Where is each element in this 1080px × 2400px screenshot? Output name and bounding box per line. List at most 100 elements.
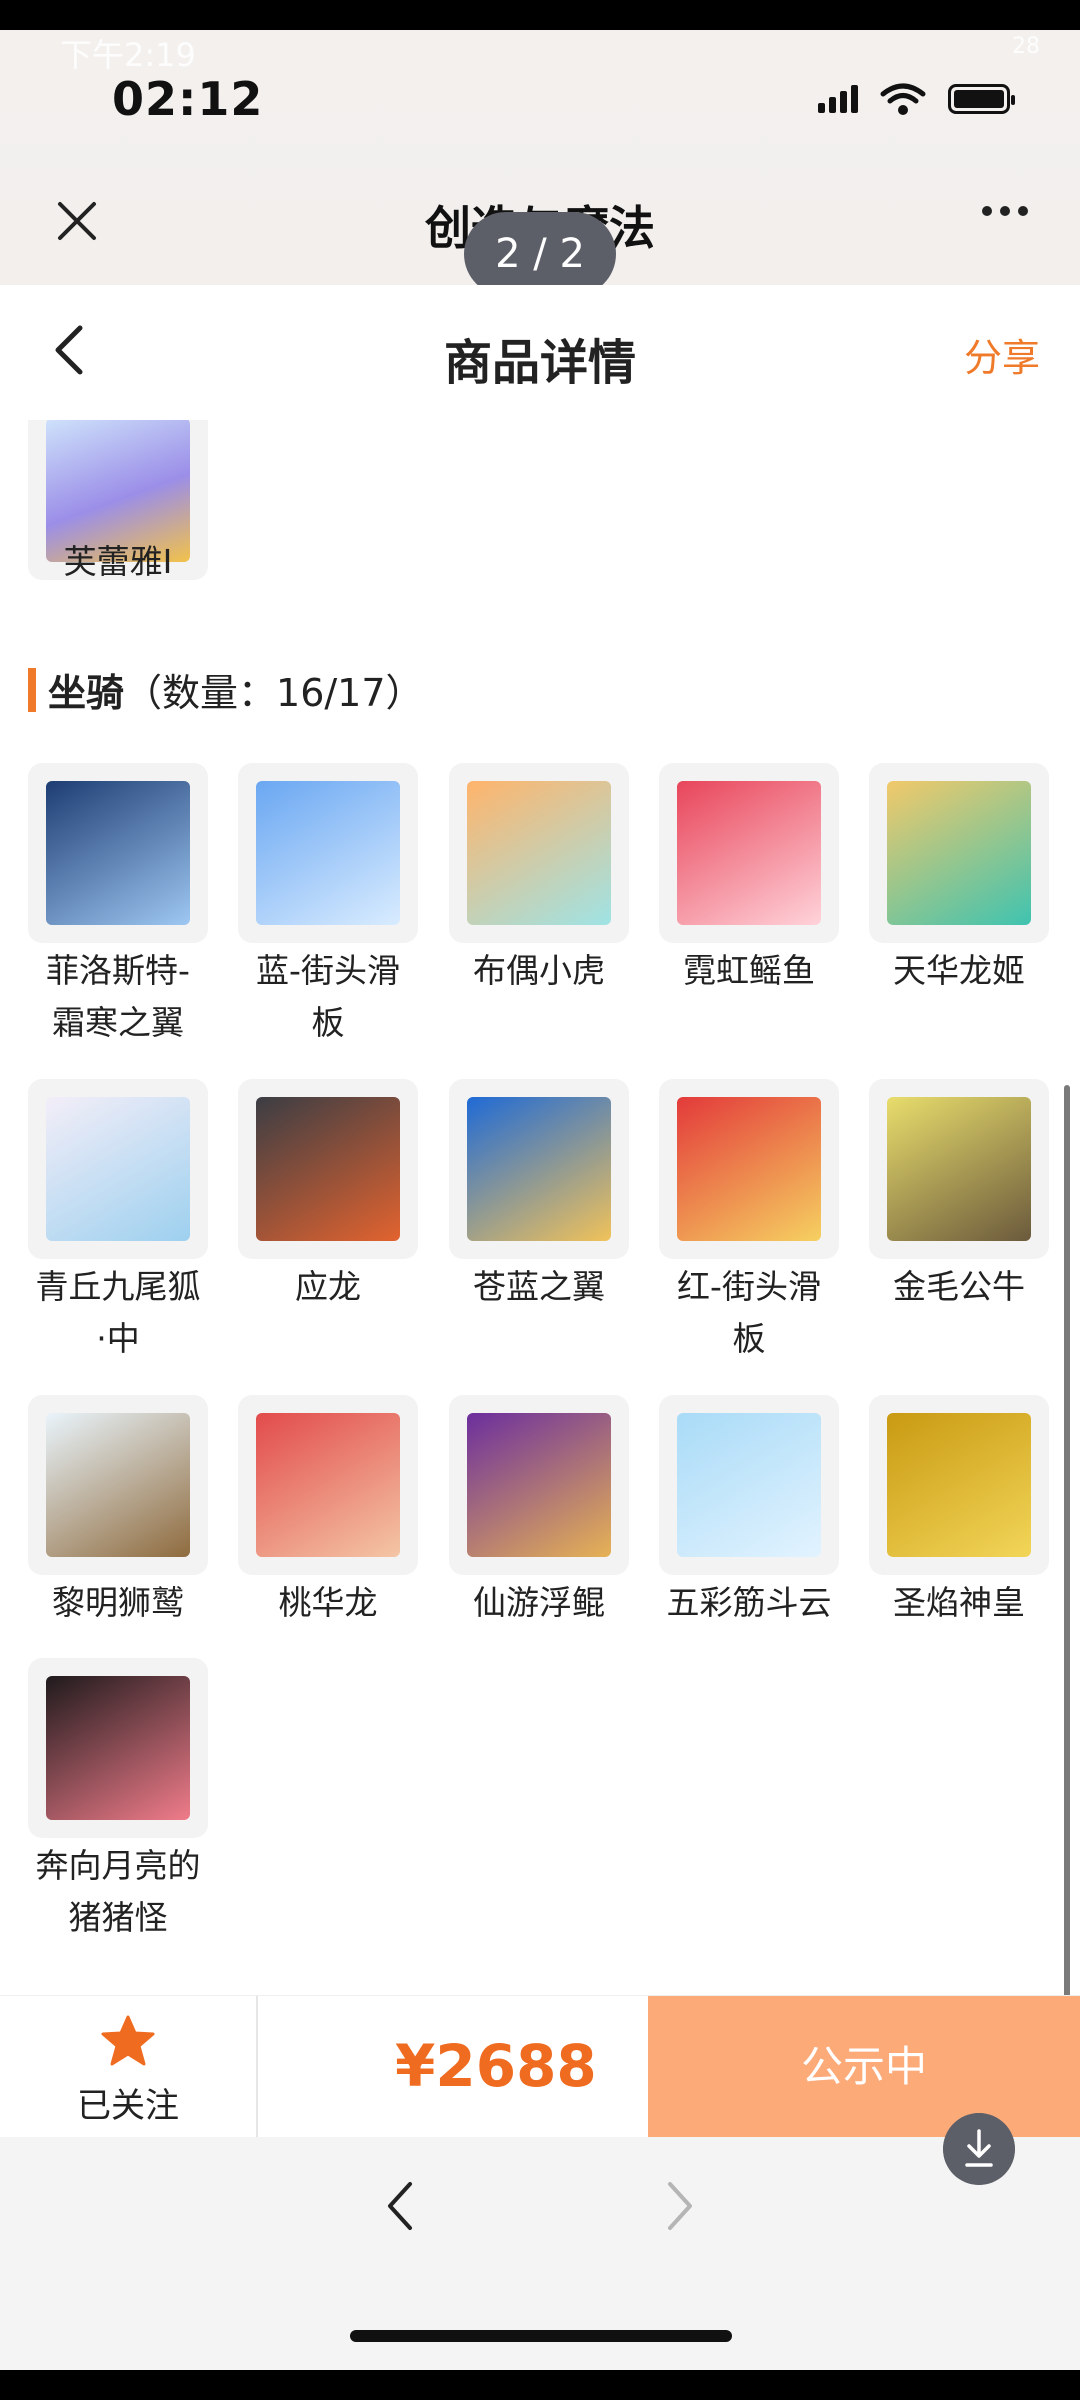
mount-label-line: 板 [311,1003,345,1042]
star-icon [101,2015,155,2066]
mount-label-line: 菲洛斯特- [46,951,190,990]
mount-label: 五彩筋斗云 [644,1577,854,1629]
mount-tile[interactable] [659,763,839,943]
mount-label-line: 红-街头滑 [677,1267,821,1306]
mount-label: 奔向月亮的 猪猪怪 [13,1840,223,1944]
mount-label-line: 猪猪怪 [68,1898,168,1937]
bottom-action-bar: 已关注 ¥2688 公示中 [0,1995,1080,2138]
mount-label: 布偶小虎 [434,945,644,997]
mount-label-line: 霜寒之翼 [52,1003,184,1042]
top-black-strip [0,0,1080,30]
mount-image [677,1097,821,1241]
share-button[interactable]: 分享 [964,327,1040,382]
mount-label: 金毛公牛 [854,1261,1064,1313]
mount-label: 苍蓝之翼 [434,1261,644,1313]
mount-image [46,781,190,925]
mount-label: 桃华龙 [223,1577,433,1629]
item-label-freya: 芙蕾雅I [63,542,173,581]
mount-label: 霓虹鳐鱼 [644,945,854,997]
mount-label-line: 仙游浮鲲 [473,1583,605,1622]
mount-label-line: 金毛公牛 [893,1267,1025,1306]
mount-image [887,1413,1031,1557]
mount-image [677,1413,821,1557]
mount-label-line: 五彩筋斗云 [666,1583,832,1622]
mount-tile[interactable] [659,1395,839,1575]
mount-tile[interactable] [238,1395,418,1575]
mount-image [887,781,1031,925]
mount-image [46,1413,190,1557]
mount-image [46,1676,190,1820]
navbar: 商品详情 分享 [0,285,1080,420]
mount-label-line: 霓虹鳐鱼 [683,951,815,990]
mount-image [256,781,400,925]
status-button[interactable]: 公示中 [648,1996,1080,2138]
mount-label-line: 青丘九尾狐 [35,1267,201,1306]
mount-image [467,1413,611,1557]
mount-label: 蓝-街头滑板 [223,945,433,1049]
mount-image [467,1097,611,1241]
cellular-signal-icon [818,85,858,113]
mount-label: 圣焰神皇 [854,1577,1064,1629]
ghost-status-time: 下午2:19 [60,36,196,74]
mount-label: 青丘九尾狐 ·中 [13,1261,223,1365]
mount-label-line: 布偶小虎 [473,951,605,990]
wifi-icon [880,83,926,115]
download-icon[interactable] [943,2113,1015,2185]
status-clock: 02:12 [112,72,264,126]
mount-label-line: 黎明狮鹫 [52,1583,184,1622]
ghost-battery-level: 28 [1012,34,1040,59]
mount-image [46,1097,190,1241]
mount-tile[interactable] [238,1079,418,1259]
mount-tile[interactable] [28,1658,208,1838]
mount-image [256,1413,400,1557]
mount-label: 仙游浮鲲 [434,1577,644,1629]
section-title-text: 坐骑 [48,671,125,715]
mount-tile[interactable] [659,1079,839,1259]
mount-label: 应龙 [223,1261,433,1313]
home-indicator[interactable] [350,2330,732,2342]
mount-image [256,1097,400,1241]
mount-label: 红-街头滑板 [644,1261,854,1365]
mount-image [467,781,611,925]
section-count: （数量：16/17） [124,671,424,715]
section-title: 坐骑（数量：16/17） [48,662,424,717]
page-indicator: 2 / 2 [464,212,616,296]
mount-tile[interactable] [28,1395,208,1575]
section-accent-bar [28,668,36,712]
scrollbar[interactable] [1064,1085,1070,2130]
browser-back-icon[interactable] [380,2178,420,2234]
content-scroll-area[interactable]: 芙蕾雅I 坐骑（数量：16/17） 菲洛斯特- 霜寒之翼 蓝-街头滑板布偶小虎 霓虹鳐… [0,420,1080,1995]
mount-tile[interactable] [869,763,1049,943]
mount-label: 天华龙姬 [854,945,1064,997]
mount-tile[interactable] [28,1079,208,1259]
browser-forward-icon[interactable] [660,2178,700,2234]
mount-label-line: 奔向月亮的 [35,1846,201,1885]
mount-image [887,1097,1031,1241]
mount-label: 菲洛斯特- 霜寒之翼 [13,945,223,1049]
mount-label-line: 桃华龙 [278,1583,378,1622]
mount-tile[interactable] [238,763,418,943]
status-icons [818,82,1015,116]
mount-label-line: 天华龙姬 [893,951,1025,990]
page-title: 商品详情 [443,335,636,391]
mount-tile[interactable] [869,1395,1049,1575]
follow-label: 已关注 [77,2086,179,2126]
price: ¥2688 [395,2032,597,2100]
mount-label-line: 板 [732,1319,766,1358]
more-options-icon[interactable] [982,206,1028,216]
mount-tile[interactable] [869,1079,1049,1259]
mount-label-line: 应龙 [295,1267,361,1306]
mount-tile[interactable] [449,1395,629,1575]
bottom-black-strip [0,2370,1080,2400]
battery-icon [948,84,1015,114]
mount-label-line: 苍蓝之翼 [473,1267,605,1306]
mount-image [677,781,821,925]
mount-tile[interactable] [449,763,629,943]
mount-tile[interactable] [28,763,208,943]
mount-label-line: ·中 [96,1319,140,1358]
mount-label: 黎明狮鹫 [13,1577,223,1629]
mount-label-line: 蓝-街头滑 [256,951,400,990]
mount-tile[interactable] [449,1079,629,1259]
mount-label-line: 圣焰神皇 [893,1583,1025,1622]
follow-button[interactable]: 已关注 [0,1996,258,2138]
